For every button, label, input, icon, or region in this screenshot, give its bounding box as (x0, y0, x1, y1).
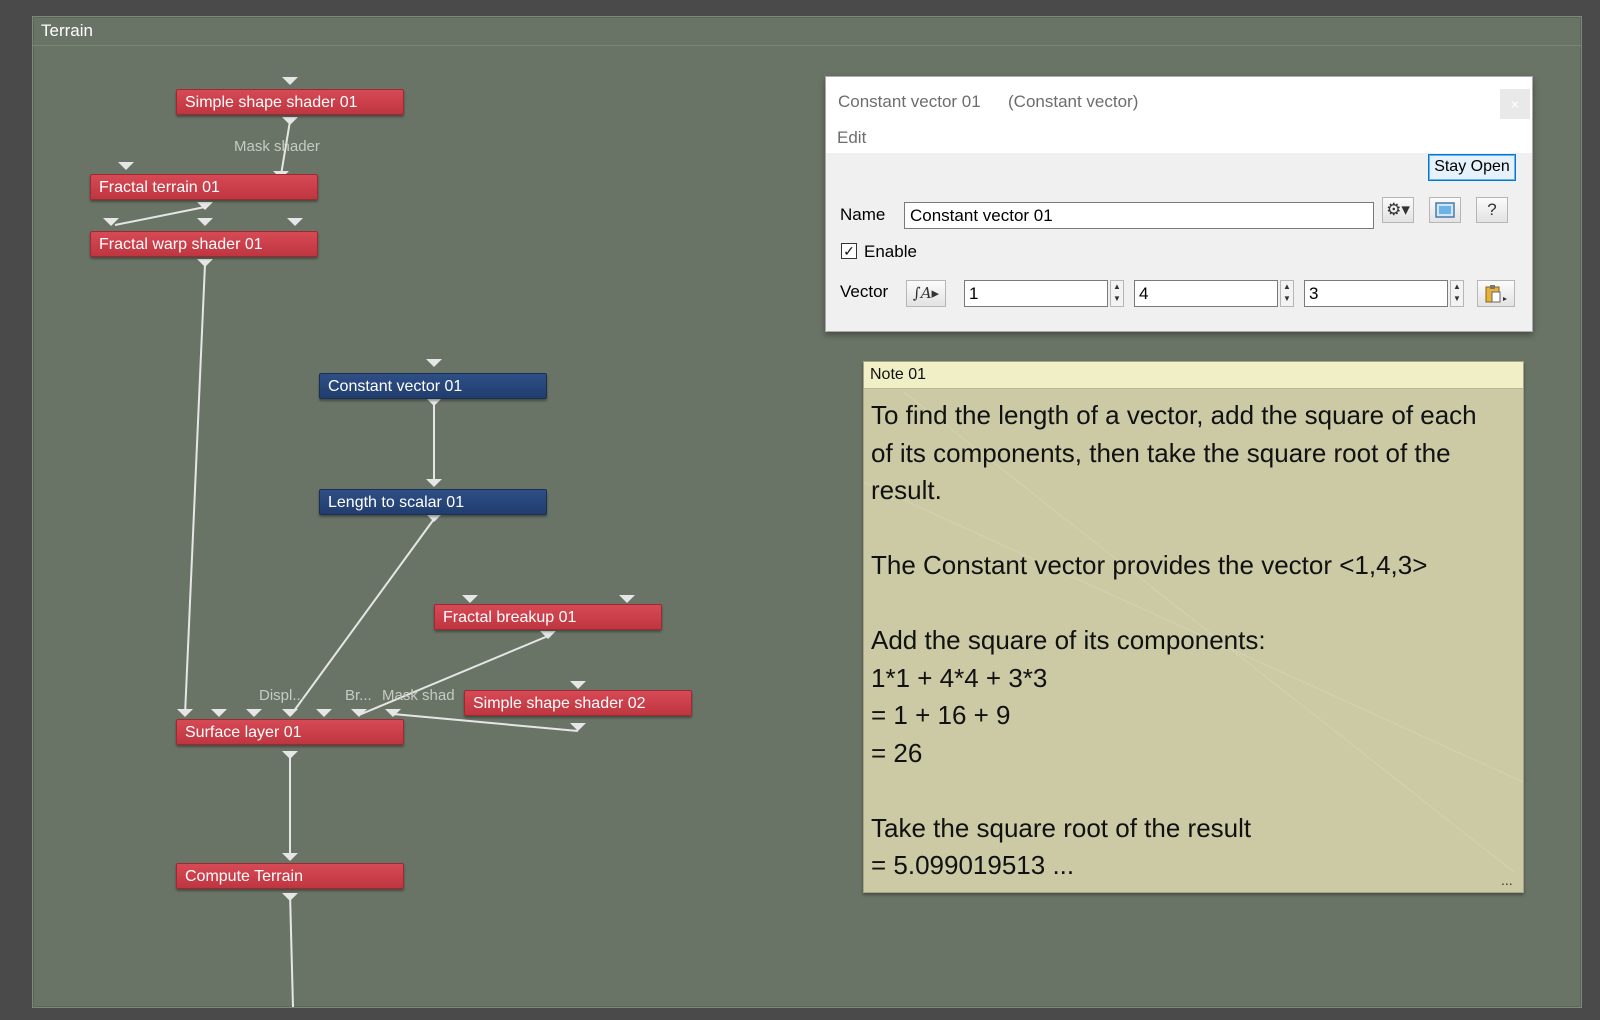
dialog-title: Constant vector 01 (838, 92, 981, 111)
note-line: = 26 (871, 737, 923, 768)
dialog-subtitle: (Constant vector) (1008, 92, 1139, 111)
node-fractal-breakup-01[interactable]: Fractal breakup 01 (434, 604, 662, 630)
port-in (118, 162, 134, 170)
note-title: Note 01 (870, 366, 927, 383)
note-line-blank (871, 772, 1511, 810)
vector-z-spinner[interactable]: ▲ ▼ (1450, 280, 1464, 307)
port-in (316, 709, 332, 717)
vector-z-field[interactable]: 3 (1304, 280, 1448, 307)
node-length-to-scalar-01[interactable]: Length to scalar 01 (319, 489, 547, 515)
vector-y-field[interactable]: 4 (1134, 280, 1278, 307)
note-line: Add the square of its components: (871, 625, 1266, 655)
port-label-mask-shader-2: Mask shad (382, 687, 455, 704)
wire-fractalwarp-to-surfacelayer (184, 263, 206, 716)
note-line-blank (871, 510, 1511, 548)
port-in (282, 77, 298, 85)
port-in (462, 595, 478, 603)
node-fractal-terrain-01[interactable]: Fractal terrain 01 (90, 174, 318, 200)
node-surface-layer-01[interactable]: Surface layer 01 (176, 719, 404, 745)
note-body: To find the length of a vector, add the … (871, 397, 1511, 885)
paste-icon (1485, 285, 1507, 303)
port-out (282, 893, 298, 901)
stay-open-button[interactable]: Stay Open (1428, 154, 1516, 181)
gear-icon: ⚙▾ (1386, 200, 1410, 219)
note-line: of its components, then take the square … (871, 437, 1451, 468)
name-field[interactable]: Constant vector 01 (904, 202, 1374, 229)
wire-fractalterrain-to-fractalwarp (114, 206, 206, 226)
wire-length-to-surfacelayer (290, 518, 435, 716)
gear-menu-button[interactable]: ⚙▾ (1382, 197, 1414, 223)
vector-x-spinner[interactable]: ▲ ▼ (1110, 280, 1124, 307)
port-in (282, 709, 298, 717)
note-line: = 5.099019513 ... (871, 850, 1075, 880)
note-line: The Constant vector provides the vector … (871, 550, 1428, 580)
node-compute-terrain[interactable]: Compute Terrain (176, 863, 404, 889)
note-line-blank (871, 585, 1511, 623)
port-in (211, 709, 227, 717)
port-in (177, 709, 193, 717)
vector-y-spinner[interactable]: ▲ ▼ (1280, 280, 1294, 307)
node-properties-dialog: Constant vector 01 (Constant vector) × E… (825, 76, 1533, 332)
vector-label: Vector (840, 282, 889, 301)
dialog-header (826, 77, 1532, 153)
port-label-breakup: Br... (345, 687, 372, 704)
note-more-indicator[interactable]: ... (1501, 872, 1513, 888)
port-out (282, 751, 298, 759)
function-button[interactable]: ∫A▸ (906, 280, 946, 307)
paste-button[interactable] (1477, 280, 1515, 307)
port-in (385, 709, 401, 717)
port-in (197, 218, 213, 226)
note-title-bar[interactable] (864, 362, 1523, 389)
menu-edit[interactable]: Edit (837, 128, 866, 148)
note-line: 1*1 + 4*4 + 3*3 (871, 662, 1048, 693)
port-in (570, 681, 586, 689)
node-simple-shape-shader-01[interactable]: Simple shape shader 01 (176, 89, 404, 115)
port-in (246, 709, 262, 717)
node-constant-vector-01[interactable]: Constant vector 01 (319, 373, 547, 399)
enable-label: Enable (864, 242, 917, 261)
note-line: = 1 + 16 + 9 (871, 700, 1011, 730)
port-out (197, 259, 213, 267)
port-in (619, 595, 635, 603)
vector-x-field[interactable]: 1 (964, 280, 1108, 307)
port-in (426, 479, 442, 487)
help-button[interactable]: ? (1476, 197, 1508, 223)
preview-button[interactable] (1429, 197, 1461, 223)
port-out (282, 117, 298, 125)
note-line: Take the square root of the result (871, 812, 1252, 843)
port-in (282, 853, 298, 861)
enable-checkbox[interactable]: ✓ (841, 243, 857, 259)
close-button[interactable]: × (1500, 89, 1530, 119)
name-label: Name (840, 205, 886, 224)
note-line: result. (871, 475, 942, 505)
node-simple-shape-shader-02[interactable]: Simple shape shader 02 (464, 690, 692, 716)
wire-compute-out (289, 892, 294, 1007)
function-icon: ∫A▸ (912, 284, 940, 302)
preview-icon (1435, 202, 1455, 218)
note-line: To find the length of a vector, add the … (871, 400, 1477, 430)
note-panel[interactable]: Note 01 To find the length of a vector, … (863, 361, 1524, 893)
port-label-mask-shader: Mask shader (234, 138, 320, 155)
port-label-displacement: Displ... (259, 687, 305, 704)
node-fractal-warp-shader-01[interactable]: Fractal warp shader 01 (90, 231, 318, 257)
port-in (287, 218, 303, 226)
help-icon: ? (1487, 200, 1497, 219)
port-in (426, 359, 442, 367)
